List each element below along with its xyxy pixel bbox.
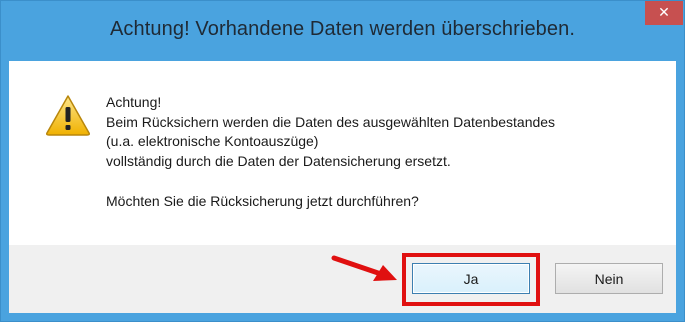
yes-button[interactable]: Ja bbox=[412, 263, 530, 294]
button-bar: Ja Nein bbox=[9, 245, 676, 313]
message-line: Beim Rücksichern werden die Daten des au… bbox=[106, 113, 556, 130]
confirmation-question: Möchten Sie die Rücksicherung jetzt durc… bbox=[106, 193, 419, 209]
message-text: Achtung! Beim Rücksichern werden die Dat… bbox=[106, 93, 555, 212]
message-line: vollständig durch die Daten der Datensic… bbox=[106, 152, 451, 169]
no-button[interactable]: Nein bbox=[555, 263, 663, 294]
warning-icon bbox=[46, 95, 90, 136]
message-line: (u.a. elektronische Kontoauszüge) bbox=[106, 133, 319, 149]
no-button-label: Nein bbox=[594, 270, 624, 287]
dialog-title: Achtung! Vorhandene Daten werden übersch… bbox=[109, 18, 576, 40]
close-button[interactable]: ✕ bbox=[645, 1, 683, 25]
red-arrow-icon bbox=[331, 255, 397, 281]
dialog-content: Achtung! Beim Rücksichern werden die Dat… bbox=[9, 61, 676, 245]
dialog-window: Achtung! Vorhandene Daten werden übersch… bbox=[0, 0, 685, 322]
title-bar[interactable]: Achtung! Vorhandene Daten werden übersch… bbox=[1, 1, 684, 61]
close-icon: ✕ bbox=[658, 4, 670, 20]
message-line: Achtung! bbox=[106, 94, 162, 110]
yes-button-label: Ja bbox=[463, 270, 479, 287]
